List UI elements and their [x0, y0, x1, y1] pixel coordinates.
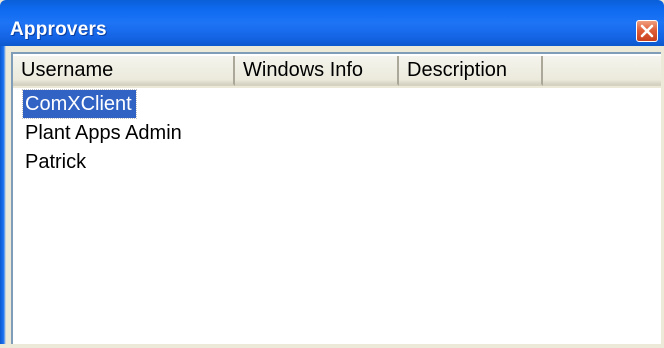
- list-item[interactable]: Patrick: [13, 148, 653, 177]
- username-cell: Patrick: [25, 151, 87, 173]
- title-bar[interactable]: Approvers: [0, 0, 664, 46]
- window-title: Approvers: [10, 19, 107, 40]
- column-header-row: Username Windows Info Description: [13, 56, 661, 88]
- approvers-window: Approvers Username Windows Info Descript…: [0, 0, 664, 348]
- list-item[interactable]: ComXClient: [13, 89, 653, 119]
- window-frame-bottom: [0, 344, 664, 348]
- username-cell: Plant Apps Admin: [25, 122, 182, 144]
- column-header-username[interactable]: Username: [13, 56, 235, 86]
- close-icon: [640, 24, 654, 38]
- approvers-list[interactable]: Username Windows Info Description ComXCl…: [11, 52, 661, 348]
- column-header-windows-info[interactable]: Windows Info: [235, 56, 399, 86]
- username-cell: ComXClient: [22, 89, 137, 119]
- column-header-filler: [543, 56, 661, 86]
- window-frame-left: [0, 46, 6, 348]
- list-item[interactable]: Plant Apps Admin: [13, 119, 653, 148]
- column-header-description[interactable]: Description: [399, 56, 543, 86]
- list-rows: ComXClient Plant Apps Admin Patrick: [13, 89, 653, 177]
- close-button[interactable]: [636, 20, 658, 42]
